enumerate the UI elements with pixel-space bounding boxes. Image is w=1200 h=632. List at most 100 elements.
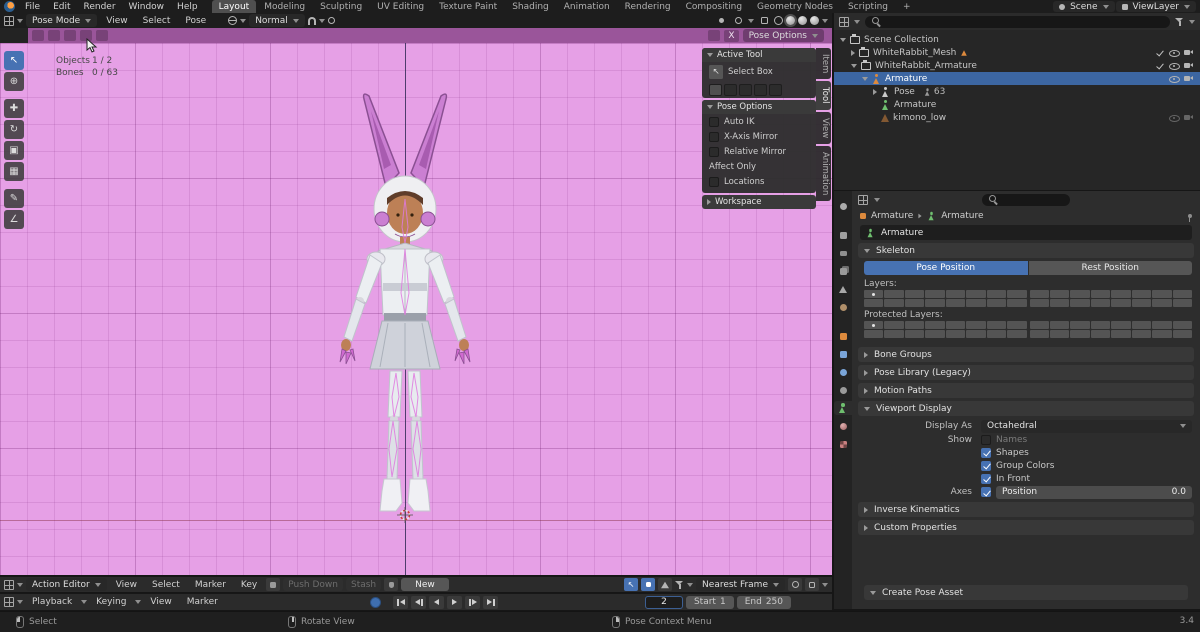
show-names-row[interactable]: Show Names	[852, 433, 1200, 446]
n-tab-item[interactable]: Item	[816, 48, 831, 79]
render-camera-icon[interactable]	[1184, 61, 1195, 70]
copy-keyframes-icon[interactable]	[805, 578, 819, 591]
workspace-tab-uv-editing[interactable]: UV Editing	[370, 0, 431, 13]
snap-mode-dropdown[interactable]: Nearest Frame	[696, 578, 785, 591]
bone-groups-panel-header[interactable]: Bone Groups	[858, 347, 1194, 362]
timeline-menu-view[interactable]: View	[144, 596, 177, 609]
tab-material-properties[interactable]	[834, 419, 852, 433]
outliner-row-scene-collection[interactable]: Scene Collection	[834, 33, 1200, 46]
jump-to-start-button[interactable]	[393, 596, 408, 609]
select-mode-set[interactable]	[709, 84, 722, 96]
n-tab-tool[interactable]: Tool	[816, 81, 831, 110]
filter-funnel-icon[interactable]	[675, 580, 684, 589]
browse-action-icon[interactable]	[266, 578, 280, 591]
rest-position-button[interactable]: Rest Position	[1029, 261, 1193, 275]
prev-keyframe-button[interactable]	[411, 596, 426, 609]
create-pose-asset-panel-header[interactable]: Create Pose Asset	[864, 585, 1188, 600]
proportional-edit-icon[interactable]	[788, 578, 802, 591]
viewport-menu-select[interactable]: Select	[137, 14, 177, 27]
transform-orientation-selector[interactable]: Normal	[249, 14, 305, 27]
locations-row[interactable]: Locations	[702, 174, 816, 189]
pose-library-panel-header[interactable]: Pose Library (Legacy)	[858, 365, 1194, 380]
outliner-row-whiterabbit-mesh[interactable]: WhiteRabbit_Mesh	[834, 46, 1200, 59]
shapes-checkbox[interactable]	[981, 448, 991, 458]
outliner-search[interactable]	[865, 16, 1170, 28]
action-editor-mode-dropdown[interactable]: Action Editor	[26, 578, 107, 591]
hide-eye-icon[interactable]	[1169, 61, 1180, 71]
next-keyframe-button[interactable]	[465, 596, 480, 609]
add-workspace-button[interactable]: +	[896, 0, 918, 13]
breadcrumb-object[interactable]: Armature	[871, 211, 913, 221]
menu-render[interactable]: Render	[78, 0, 122, 13]
select-mode-invert[interactable]	[754, 84, 767, 96]
tab-object-properties[interactable]	[834, 329, 852, 343]
push-down-button[interactable]: Push Down	[283, 578, 343, 591]
show-gizmo-icon[interactable]	[714, 14, 728, 27]
workspace-tab-rendering[interactable]: Rendering	[618, 0, 678, 13]
tool-option-icon[interactable]	[64, 30, 76, 41]
editor-type-icon[interactable]	[4, 16, 14, 26]
editor-type-icon[interactable]	[839, 17, 849, 27]
workspace-tab-shading[interactable]: Shading	[505, 0, 556, 13]
in-front-checkbox[interactable]	[981, 474, 991, 484]
jump-to-end-button[interactable]	[483, 596, 498, 609]
motion-paths-panel-header[interactable]: Motion Paths	[858, 383, 1194, 398]
group-colors-checkbox[interactable]	[981, 461, 991, 471]
show-group-colors-row[interactable]: Group Colors	[852, 459, 1200, 472]
menu-window[interactable]: Window	[123, 0, 171, 13]
shading-material-icon[interactable]	[798, 16, 807, 25]
new-action-button[interactable]: New	[401, 578, 449, 591]
outliner-row-whiterabbit-armature[interactable]: WhiteRabbit_Armature	[834, 59, 1200, 72]
select-mode-subtract[interactable]	[739, 84, 752, 96]
n-tab-animation[interactable]: Animation	[816, 146, 831, 201]
layers-grid[interactable]	[852, 290, 1200, 309]
shading-solid-icon[interactable]	[786, 16, 795, 25]
outliner-search-input[interactable]	[886, 17, 1164, 27]
scene-selector[interactable]: Scene	[1053, 1, 1114, 12]
tab-render-properties[interactable]	[834, 228, 852, 242]
tab-physics-properties[interactable]	[834, 365, 852, 379]
outliner-row-armature-object[interactable]: Armature	[834, 72, 1200, 85]
dopesheet-menu-view[interactable]: View	[110, 578, 143, 591]
frame-end-field[interactable]: End250	[737, 596, 791, 609]
names-checkbox[interactable]	[981, 435, 991, 445]
outliner-filter-icon[interactable]	[1175, 17, 1184, 26]
auto-ik-row[interactable]: Auto IK	[702, 114, 816, 129]
select-mode-intersect[interactable]	[769, 84, 782, 96]
workspace-tab-animation[interactable]: Animation	[557, 0, 617, 13]
tool-move[interactable]: ✚	[4, 99, 24, 118]
workspace-tab-texture-paint[interactable]: Texture Paint	[432, 0, 504, 13]
show-overlays-icon[interactable]	[731, 14, 745, 27]
errors-filter-icon[interactable]	[658, 578, 672, 591]
tool-rotate[interactable]: ↻	[4, 120, 24, 139]
tab-tool-properties[interactable]	[834, 199, 852, 213]
locations-checkbox[interactable]	[709, 177, 719, 187]
pose-position-button[interactable]: Pose Position	[864, 261, 1028, 275]
workspace-tab-geometry-nodes[interactable]: Geometry Nodes	[750, 0, 840, 13]
hide-eye-icon[interactable]	[1169, 74, 1180, 84]
xray-toggle-icon[interactable]	[757, 14, 771, 27]
dopesheet-menu-marker[interactable]: Marker	[189, 578, 232, 591]
pin-icon[interactable]	[1188, 214, 1192, 218]
tool-select-box[interactable]: ↖	[4, 51, 24, 70]
workspace-tab-layout[interactable]: Layout	[212, 0, 257, 13]
editor-type-icon[interactable]	[858, 195, 868, 205]
viewport-display-panel-header[interactable]: Viewport Display	[858, 401, 1194, 416]
exclude-checkbox-icon[interactable]	[1156, 48, 1165, 57]
axes-checkbox[interactable]	[981, 487, 991, 497]
tab-object-data-properties[interactable]	[834, 401, 852, 415]
tab-output-properties[interactable]	[834, 246, 852, 260]
transform-pivot-icon[interactable]	[228, 16, 237, 25]
current-frame-field[interactable]: 2	[645, 596, 683, 609]
render-camera-icon[interactable]	[1184, 74, 1195, 83]
tab-scene-properties[interactable]	[834, 282, 852, 296]
viewport-menu-view[interactable]: View	[100, 14, 133, 27]
editor-type-icon[interactable]	[4, 597, 14, 607]
show-in-front-row[interactable]: In Front	[852, 472, 1200, 485]
character-model[interactable]	[300, 87, 510, 523]
dopesheet-menu-key[interactable]: Key	[235, 578, 263, 591]
viewport-menu-pose[interactable]: Pose	[179, 14, 212, 27]
armature-name-field[interactable]: Armature	[860, 225, 1192, 240]
shading-wireframe-icon[interactable]	[774, 16, 783, 25]
play-reverse-button[interactable]	[429, 596, 444, 609]
